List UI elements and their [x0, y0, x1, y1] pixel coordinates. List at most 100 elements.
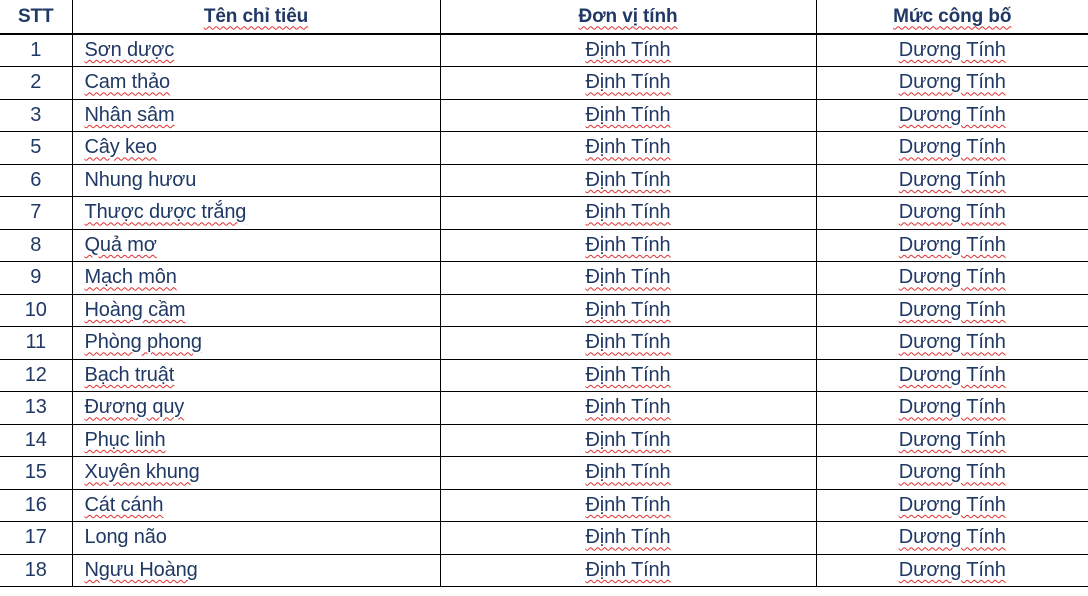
table-row[interactable]: 3 Nhân sâm Định Tính Dương Tính: [0, 99, 1088, 132]
cell-unit[interactable]: Định Tính: [440, 424, 817, 457]
cell-text: Định Tính: [585, 71, 671, 94]
cell-unit[interactable]: Định Tính: [440, 359, 817, 392]
cell-level[interactable]: Dương Tính: [816, 391, 1088, 425]
cell-name[interactable]: Mạch môn: [72, 261, 441, 295]
cell-stt[interactable]: 3: [0, 99, 73, 132]
cell-name[interactable]: Sơn dược: [72, 34, 441, 67]
table-row[interactable]: 14 Phục linh Định Tính Dương Tính: [0, 424, 1088, 457]
cell-level[interactable]: Dương Tính: [816, 489, 1088, 522]
cell-stt[interactable]: 10: [0, 294, 73, 327]
cell-level[interactable]: Dương Tính: [816, 261, 1088, 295]
cell-unit[interactable]: Định Tính: [440, 66, 817, 100]
cell-level[interactable]: Dương Tính: [816, 99, 1088, 132]
cell-level[interactable]: Dương Tính: [816, 229, 1088, 262]
table-row[interactable]: 15 Xuyên khung Định Tính Dương Tính: [0, 456, 1088, 490]
cell-text: Định Tính: [585, 233, 671, 256]
cell-name[interactable]: Ngưu Hoàng: [72, 554, 441, 587]
table-row[interactable]: 11 Phòng phong Định Tính Dương Tính: [0, 326, 1088, 360]
cell-stt[interactable]: 8: [0, 229, 73, 262]
cell-text: 1: [30, 39, 42, 61]
column-header-name[interactable]: Tên chỉ tiêu: [72, 0, 441, 35]
table-row[interactable]: 10 Hoàng cầm Định Tính Dương Tính: [0, 294, 1088, 327]
table-row[interactable]: 18 Ngưu Hoàng Định Tính Dương Tính: [0, 554, 1088, 587]
table-row[interactable]: 2 Cam thảo Định Tính Dương Tính: [0, 66, 1088, 100]
table-row[interactable]: 13 Đương quy Định Tính Dương Tính: [0, 391, 1088, 425]
cell-text: Dương Tính: [898, 71, 1006, 94]
cell-stt[interactable]: 11: [0, 326, 73, 360]
cell-unit[interactable]: Định Tính: [440, 99, 817, 132]
cell-unit[interactable]: Định Tính: [440, 131, 817, 165]
cell-text: 10: [24, 298, 47, 321]
cell-level[interactable]: Dương Tính: [816, 424, 1088, 457]
cell-level[interactable]: Dương Tính: [816, 131, 1088, 165]
cell-level[interactable]: Dương Tính: [816, 326, 1088, 360]
cell-stt[interactable]: 17: [0, 521, 73, 555]
cell-level[interactable]: Dương Tính: [816, 456, 1088, 490]
cell-text: Định Tính: [585, 103, 671, 126]
cell-stt[interactable]: 5: [0, 131, 73, 165]
cell-unit[interactable]: Định Tính: [440, 294, 817, 327]
cell-level[interactable]: Dương Tính: [816, 164, 1088, 197]
cell-unit[interactable]: Định Tính: [440, 391, 817, 425]
cell-stt[interactable]: 15: [0, 456, 73, 490]
cell-unit[interactable]: Định Tính: [440, 554, 817, 587]
cell-name[interactable]: Cát cánh: [72, 489, 441, 522]
cell-name[interactable]: Cây keo: [72, 131, 441, 165]
table-row[interactable]: 6 Nhung hươu Định Tính Dương Tính: [0, 164, 1088, 197]
cell-stt[interactable]: 12: [0, 359, 73, 392]
cell-text: Sơn dược: [84, 39, 175, 61]
table-row[interactable]: 9 Mạch môn Định Tính Dương Tính: [0, 261, 1088, 295]
cell-text: 18: [24, 558, 47, 581]
cell-stt[interactable]: 14: [0, 424, 73, 457]
cell-name[interactable]: Quả mơ: [72, 229, 441, 262]
table-row[interactable]: 7 Thược dược trắng Định Tính Dương Tính: [0, 196, 1088, 230]
cell-unit[interactable]: Định Tính: [440, 326, 817, 360]
cell-name[interactable]: Cam thảo: [72, 66, 441, 100]
cell-unit[interactable]: Định Tính: [440, 456, 817, 490]
cell-stt[interactable]: 16: [0, 489, 73, 522]
cell-name[interactable]: Thược dược trắng: [72, 196, 441, 230]
cell-name[interactable]: Long não: [72, 521, 441, 555]
cell-name[interactable]: Bạch truật: [72, 359, 441, 392]
cell-stt[interactable]: 7: [0, 196, 73, 230]
cell-level[interactable]: Dương Tính: [816, 521, 1088, 555]
table-row[interactable]: 1 Sơn dược Định Tính Dương Tính: [0, 34, 1088, 67]
cell-name[interactable]: Xuyên khung: [72, 456, 441, 490]
cell-text: Định Tính: [585, 298, 671, 321]
table-row[interactable]: 17 Long não Định Tính Dương Tính: [0, 521, 1088, 555]
cell-level[interactable]: Dương Tính: [816, 294, 1088, 327]
cell-stt[interactable]: 18: [0, 554, 73, 587]
cell-level[interactable]: Dương Tính: [816, 359, 1088, 392]
table-row[interactable]: 12 Bạch truật Định Tính Dương Tính: [0, 359, 1088, 392]
cell-level[interactable]: Dương Tính: [816, 34, 1088, 67]
cell-stt[interactable]: 2: [0, 66, 73, 100]
column-header-level[interactable]: Mức công bố: [816, 0, 1088, 35]
cell-name[interactable]: Nhung hươu: [72, 164, 441, 197]
cell-unit[interactable]: Định Tính: [440, 261, 817, 295]
cell-name[interactable]: Đương quy: [72, 391, 441, 425]
cell-level[interactable]: Dương Tính: [816, 66, 1088, 100]
cell-stt[interactable]: 6: [0, 164, 73, 197]
cell-level[interactable]: Dương Tính: [816, 554, 1088, 587]
table-row[interactable]: 16 Cát cánh Định Tính Dương Tính: [0, 489, 1088, 522]
cell-stt[interactable]: 13: [0, 391, 73, 425]
cell-unit[interactable]: Định Tính: [440, 34, 817, 67]
column-header-unit[interactable]: Đơn vị tính: [440, 0, 817, 35]
cell-unit[interactable]: Định Tính: [440, 489, 817, 522]
table-row[interactable]: 8 Quả mơ Định Tính Dương Tính: [0, 229, 1088, 262]
cell-name[interactable]: Phòng phong: [72, 326, 441, 360]
cell-unit[interactable]: Định Tính: [440, 164, 817, 197]
cell-unit[interactable]: Định Tính: [440, 196, 817, 230]
cell-level[interactable]: Dương Tính: [816, 196, 1088, 230]
cell-name[interactable]: Phục linh: [72, 424, 441, 457]
cell-unit[interactable]: Định Tính: [440, 229, 817, 262]
cell-unit[interactable]: Định Tính: [440, 521, 817, 555]
cell-name[interactable]: Nhân sâm: [72, 99, 441, 132]
cell-stt[interactable]: 1: [0, 34, 73, 67]
cell-name[interactable]: Hoàng cầm: [72, 294, 441, 327]
table-row[interactable]: 5 Cây keo Định Tính Dương Tính: [0, 131, 1088, 165]
cell-text: Long não: [84, 526, 167, 549]
cell-text: Dương Tính: [898, 526, 1006, 549]
cell-stt[interactable]: 9: [0, 261, 73, 295]
column-header-stt[interactable]: STT: [0, 0, 73, 35]
